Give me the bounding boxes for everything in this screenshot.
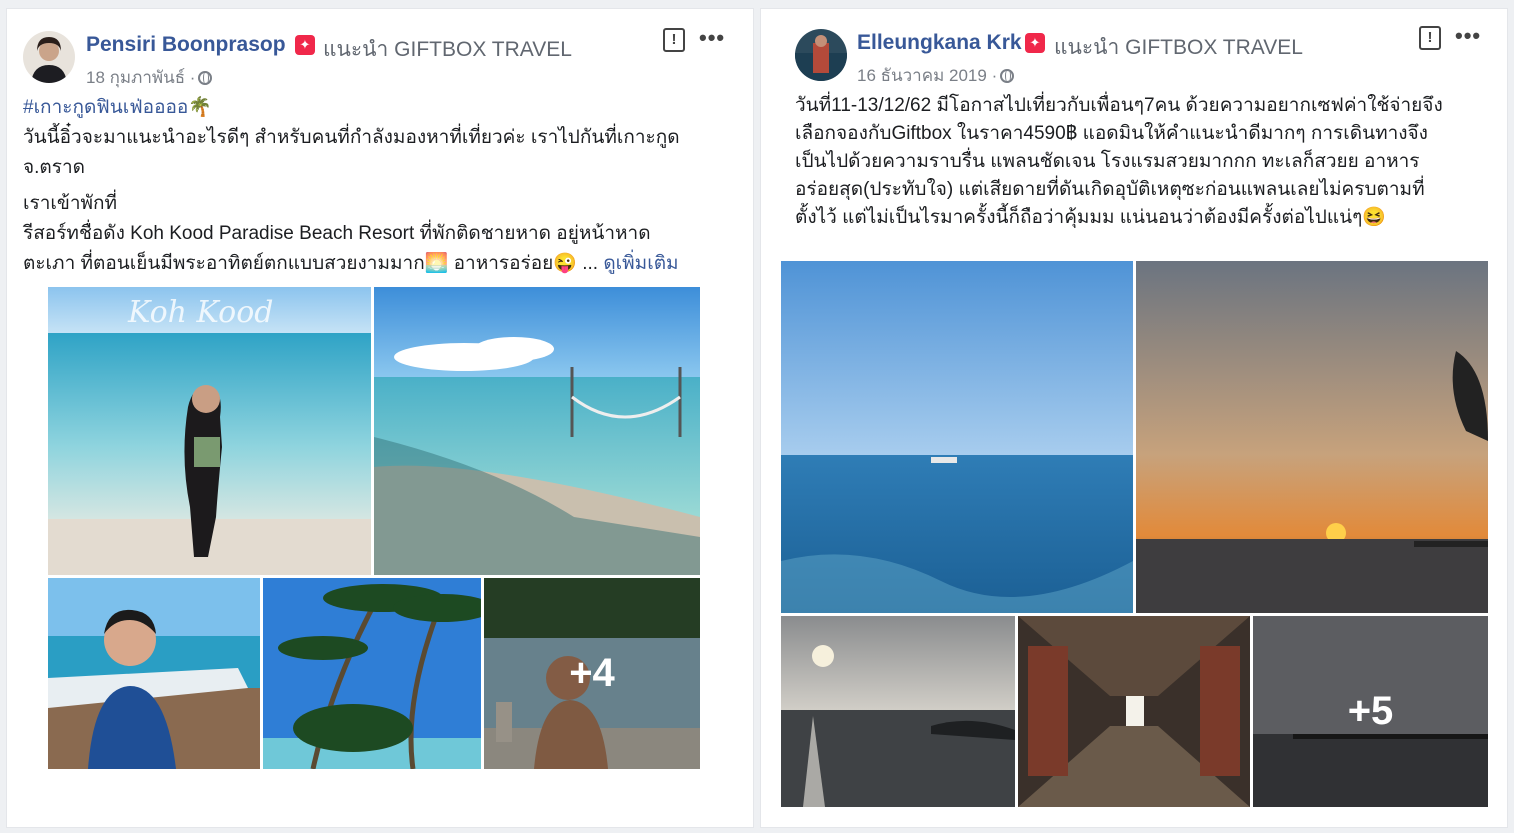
post-text-line: รีสอร์ทชื่อดัง Koh Kood Paradise Beach R… bbox=[23, 223, 651, 244]
photo-boy-boat[interactable] bbox=[48, 578, 260, 769]
photo-kid-beach-more[interactable]: +4 bbox=[484, 578, 700, 769]
photo-hammock-sea[interactable] bbox=[374, 287, 700, 575]
author-name[interactable]: Pensiri Boonprasop bbox=[86, 33, 286, 57]
author-name[interactable]: Elleungkana Krk bbox=[857, 31, 1022, 55]
post-text-line: จ.ตราด bbox=[23, 157, 85, 178]
post-hashtag[interactable]: #เกาะกูดฟินเฟ่ออออ🌴 bbox=[23, 93, 212, 123]
photo-hotel-corridor[interactable] bbox=[1018, 616, 1250, 807]
post-text-line: วันที่11-13/12/62 มีโอกาสไปเที่ยวกับเพื่… bbox=[795, 95, 1443, 116]
photo-blue-sea[interactable] bbox=[781, 261, 1133, 613]
more-photos-overlay[interactable]: +5 bbox=[1253, 616, 1488, 807]
more-photos-overlay[interactable]: +4 bbox=[484, 578, 700, 769]
more-options-icon[interactable]: ••• bbox=[699, 25, 725, 51]
recommendation-text[interactable]: แนะนำ GIFTBOX TRAVEL bbox=[323, 33, 572, 66]
photo-caption: Koh Kood bbox=[128, 295, 274, 330]
globe-icon bbox=[1000, 69, 1015, 83]
post-date[interactable]: 16 ธันวาคม 2019 · bbox=[857, 62, 1015, 89]
post-text-line: เลือกจองกับGiftbox ในราคา4590฿ แอดมินให้… bbox=[795, 123, 1428, 144]
globe-icon bbox=[198, 71, 213, 85]
photo-girl-beach[interactable]: Koh Kood bbox=[48, 287, 371, 575]
see-more-link[interactable]: ดูเพิ่มเติม bbox=[603, 253, 678, 274]
post-text-line: เราเข้าพักที่ bbox=[23, 193, 118, 214]
photo-palm-trees[interactable] bbox=[263, 578, 481, 769]
post-text-line: เป็นไปด้วยความราบรื่น แพลนชัดเจน โรงแรมส… bbox=[795, 151, 1420, 172]
photo-sun-over-sea[interactable] bbox=[781, 616, 1015, 807]
author-avatar[interactable] bbox=[795, 29, 847, 81]
photo-pier-more[interactable]: +5 bbox=[1253, 616, 1488, 807]
star-badge-icon: ✦ bbox=[295, 35, 315, 55]
author-avatar[interactable] bbox=[23, 31, 75, 83]
star-badge-icon: ✦ bbox=[1025, 33, 1045, 53]
post-card-1: Pensiri Boonprasop ✦ แนะนำ GIFTBOX TRAVE… bbox=[6, 8, 754, 828]
post-text-line: วันนี้อิ๋วจะมาแนะนำอะไรดีๆ สำหรับคนที่กำ… bbox=[23, 127, 680, 148]
report-icon[interactable]: ! bbox=[663, 28, 685, 52]
post-text-line: ตะเภา ที่ตอนเย็นมีพระอาทิตย์ตกแบบสวยงามม… bbox=[23, 253, 679, 274]
post-text-line: อร่อยสุด(ประทับใจ) แต่เสียดายที่ดันเกิดอ… bbox=[795, 179, 1425, 200]
report-icon[interactable]: ! bbox=[1419, 26, 1441, 50]
recommendation-text[interactable]: แนะนำ GIFTBOX TRAVEL bbox=[1054, 31, 1303, 64]
photo-sunset[interactable] bbox=[1136, 261, 1488, 613]
post-date[interactable]: 18 กุมภาพันธ์ · bbox=[86, 64, 213, 91]
more-options-icon[interactable]: ••• bbox=[1455, 23, 1481, 49]
post-card-2: Elleungkana Krk ✦ แนะนำ GIFTBOX TRAVEL 1… bbox=[760, 8, 1508, 828]
post-text-line: ตั้งไว้ แต่ไม่เป็นไรมาครั้งนี้ก็ถือว่าคุ… bbox=[795, 207, 1386, 228]
